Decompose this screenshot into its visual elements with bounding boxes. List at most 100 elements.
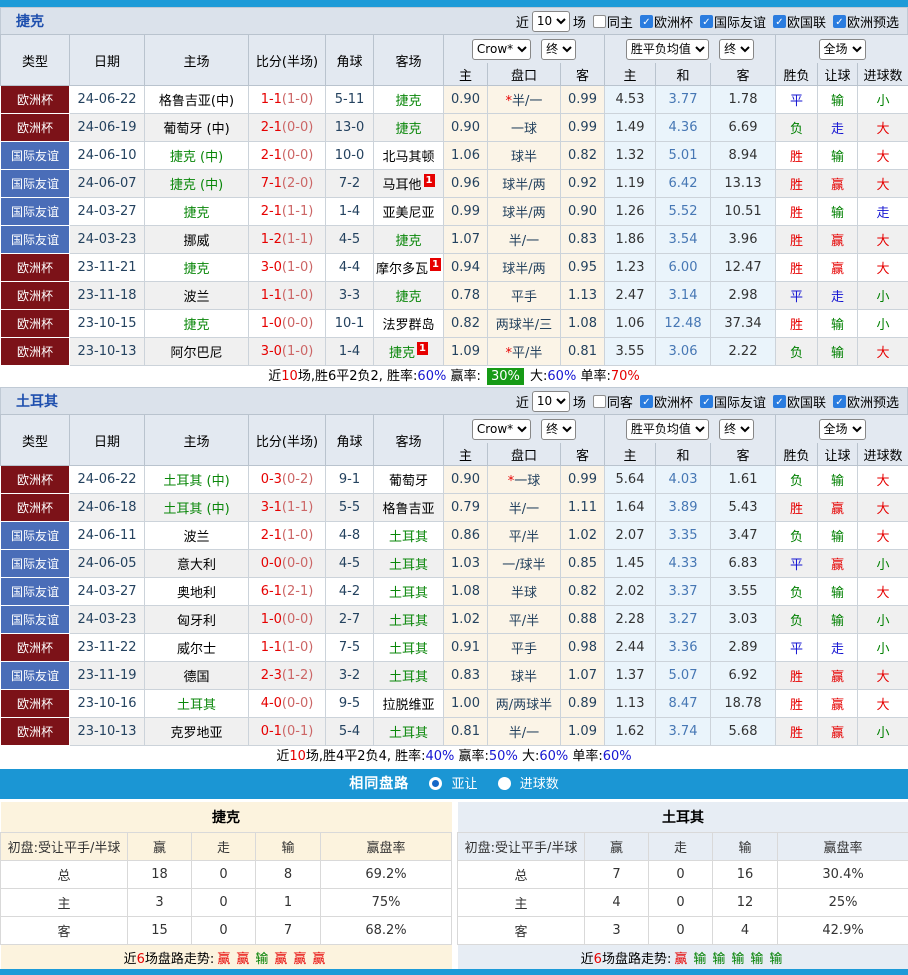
away-team[interactable]: 捷克 — [374, 226, 444, 254]
col-avg-draw: 和 — [656, 63, 711, 86]
home-team[interactable]: 葡萄牙 (中) — [145, 114, 249, 142]
comp-checkbox-euroqualifier[interactable] — [833, 15, 846, 28]
stat-row: 客30442.9% — [458, 917, 908, 945]
home-odds: 1.09 — [444, 338, 488, 366]
stat-value: 1 — [256, 889, 321, 917]
avg-type-select[interactable]: 胜平负均值 — [626, 419, 709, 440]
away-team[interactable]: 土耳其 — [374, 522, 444, 550]
home-team[interactable]: 威尔士 — [145, 634, 249, 662]
away-team[interactable]: 土耳其 — [374, 606, 444, 634]
home-team[interactable]: 捷克 (中) — [145, 170, 249, 198]
avg-type-select[interactable]: 胜平负均值 — [626, 39, 709, 60]
result-goals: 大 — [858, 662, 908, 690]
odds-state-select[interactable]: 终 — [541, 419, 576, 440]
result-goals: 大 — [858, 114, 908, 142]
corner-count: 4-5 — [326, 550, 374, 578]
home-team[interactable]: 捷克 — [145, 254, 249, 282]
home-team[interactable]: 波兰 — [145, 522, 249, 550]
home-team[interactable]: 土耳其 (中) — [145, 494, 249, 522]
comp-checkbox-friendly[interactable] — [700, 395, 713, 408]
away-team[interactable]: 亚美尼亚 — [374, 198, 444, 226]
competition-type: 欧洲杯 — [1, 310, 70, 338]
match-row: 欧洲杯24-06-19葡萄牙 (中)2-1(0-0)13-0捷克0.90一球0.… — [1, 114, 908, 142]
home-team[interactable]: 匈牙利 — [145, 606, 249, 634]
number-badge: 1 — [424, 174, 435, 187]
home-team[interactable]: 捷克 (中) — [145, 142, 249, 170]
home-team[interactable]: 土耳其 (中) — [145, 466, 249, 494]
odds-group: Crow* 终 — [444, 35, 605, 64]
odds-company-select[interactable]: Crow* — [472, 39, 531, 60]
away-team[interactable]: 法罗群岛 — [374, 310, 444, 338]
result-handicap: 走 — [818, 282, 858, 310]
col-type: 类型 — [1, 35, 70, 86]
avg-away-odds: 10.51 — [711, 198, 776, 226]
away-team[interactable]: 捷克1 — [374, 338, 444, 366]
trend-result: 赢 — [217, 952, 230, 967]
away-team[interactable]: 土耳其 — [374, 550, 444, 578]
col-odds-line: 盘口 — [488, 63, 561, 86]
col-score: 比分(半场) — [249, 35, 326, 86]
away-team[interactable]: 捷克 — [374, 114, 444, 142]
home-team[interactable]: 意大利 — [145, 550, 249, 578]
home-team[interactable]: 格鲁吉亚(中) — [145, 86, 249, 114]
radio-goal-count[interactable] — [498, 777, 511, 790]
home-team[interactable]: 德国 — [145, 662, 249, 690]
comp-checkbox-nationsleague[interactable] — [773, 395, 786, 408]
competition-type: 欧洲杯 — [1, 114, 70, 142]
stat-value: 25% — [778, 889, 908, 917]
home-odds: 0.96 — [444, 170, 488, 198]
match-row: 国际友谊23-11-19德国2-3(1-2)3-2土耳其0.83球半1.071.… — [1, 662, 908, 690]
recent-count-select[interactable]: 10 — [532, 11, 570, 32]
away-team[interactable]: 土耳其 — [374, 718, 444, 746]
same-venue-checkbox[interactable] — [593, 15, 606, 28]
stat-value: 0 — [649, 861, 713, 889]
scope-select[interactable]: 全场 — [819, 419, 866, 440]
away-team[interactable]: 摩尔多瓦1 — [374, 254, 444, 282]
score-halftime: 7-1(2-0) — [249, 170, 326, 198]
away-team[interactable]: 捷克 — [374, 282, 444, 310]
avg-state-select[interactable]: 终 — [719, 39, 754, 60]
result-wdl: 平 — [776, 634, 818, 662]
odds-company-select[interactable]: Crow* — [472, 419, 531, 440]
home-team[interactable]: 克罗地亚 — [145, 718, 249, 746]
same-venue-checkbox[interactable] — [593, 395, 606, 408]
home-team[interactable]: 波兰 — [145, 282, 249, 310]
away-team[interactable]: 捷克 — [374, 86, 444, 114]
result-wdl: 平 — [776, 282, 818, 310]
comp-checkbox-eurocup[interactable] — [640, 15, 653, 28]
home-team[interactable]: 挪威 — [145, 226, 249, 254]
home-team[interactable]: 土耳其 — [145, 690, 249, 718]
away-team[interactable]: 土耳其 — [374, 578, 444, 606]
away-team[interactable]: 格鲁吉亚 — [374, 494, 444, 522]
scope-select[interactable]: 全场 — [819, 39, 866, 60]
result-wdl: 负 — [776, 466, 818, 494]
odds-state-select[interactable]: 终 — [541, 39, 576, 60]
comp-checkbox-euroqualifier[interactable] — [833, 395, 846, 408]
trend-result: 赢 — [312, 952, 325, 967]
col-win: 赢 — [585, 833, 649, 861]
home-team[interactable]: 阿尔巴尼 — [145, 338, 249, 366]
avg-draw-odds: 3.14 — [656, 282, 711, 310]
away-team[interactable]: 土耳其 — [374, 662, 444, 690]
corner-count: 5-4 — [326, 718, 374, 746]
away-team[interactable]: 葡萄牙 — [374, 466, 444, 494]
away-team[interactable]: 拉脱维亚 — [374, 690, 444, 718]
comp-checkbox-nationsleague[interactable] — [773, 15, 786, 28]
away-team[interactable]: 马耳他1 — [374, 170, 444, 198]
result-handicap: 赢 — [818, 226, 858, 254]
away-team[interactable]: 北马其顿 — [374, 142, 444, 170]
home-team[interactable]: 奥地利 — [145, 578, 249, 606]
result-wdl: 胜 — [776, 310, 818, 338]
avg-state-select[interactable]: 终 — [719, 419, 754, 440]
radio-asian-handicap[interactable] — [429, 777, 442, 790]
away-odds: 1.11 — [561, 494, 605, 522]
home-team[interactable]: 捷克 — [145, 310, 249, 338]
away-odds: 0.99 — [561, 114, 605, 142]
col-home: 主场 — [145, 415, 249, 466]
comp-checkbox-eurocup[interactable] — [640, 395, 653, 408]
comp-checkbox-friendly[interactable] — [700, 15, 713, 28]
away-team[interactable]: 土耳其 — [374, 634, 444, 662]
comp-label: 欧国联 — [787, 392, 826, 411]
recent-count-select[interactable]: 10 — [532, 391, 570, 412]
home-team[interactable]: 捷克 — [145, 198, 249, 226]
